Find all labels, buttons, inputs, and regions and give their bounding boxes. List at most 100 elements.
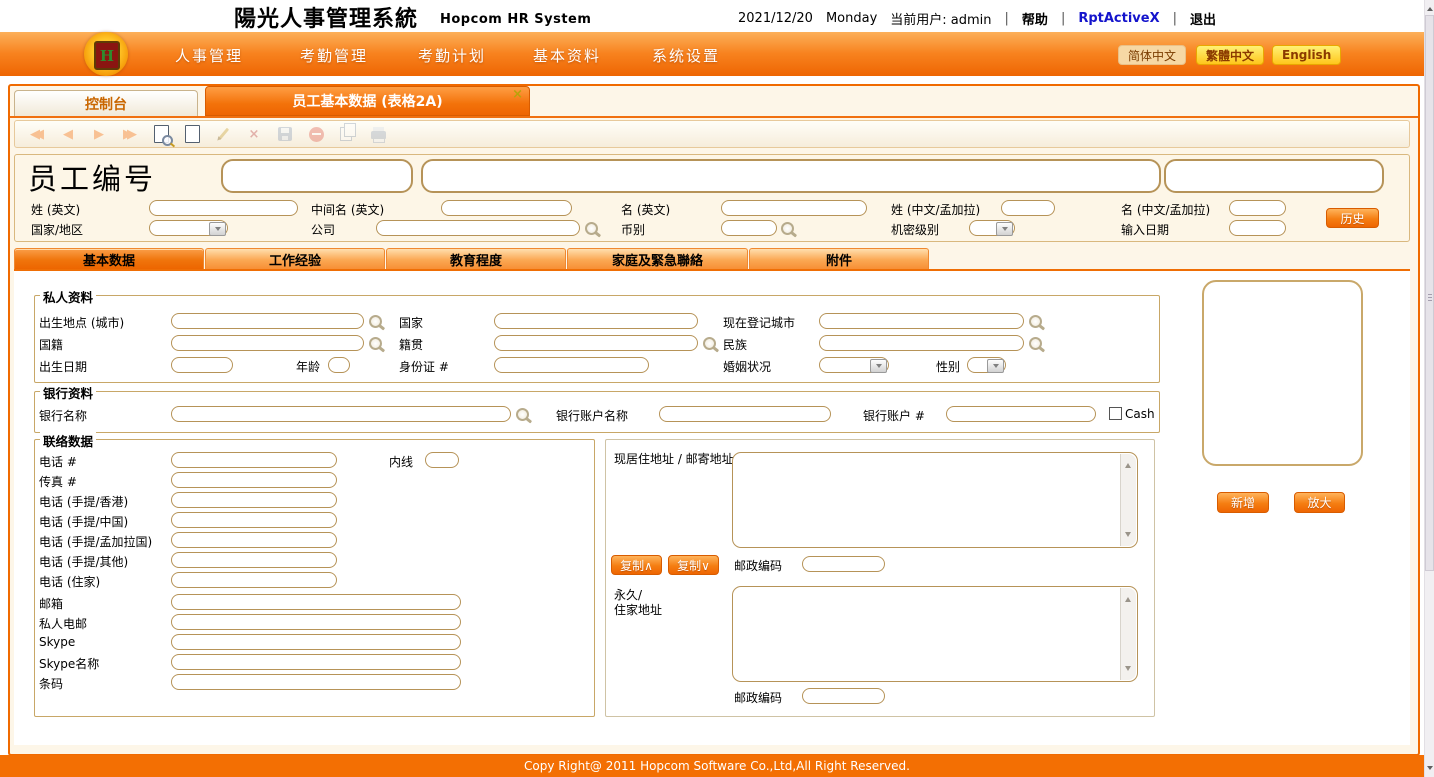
edit-icon[interactable] (211, 123, 235, 145)
delete-icon[interactable] (304, 123, 328, 145)
cash-checkbox[interactable] (1109, 407, 1122, 420)
postal-code2-input[interactable] (802, 688, 885, 704)
input-date-input[interactable] (1229, 220, 1286, 236)
gender-select[interactable] (967, 357, 1006, 373)
mobile-hk-input[interactable] (171, 492, 337, 508)
company-search-icon[interactable] (585, 222, 598, 235)
record-toolbar: ◀◀ ◀ ▶ ▶▶ × (14, 120, 1410, 148)
current-address-textarea[interactable] (732, 452, 1138, 548)
page-scrollbar[interactable] (1424, 0, 1434, 777)
nav-item-attendance[interactable]: 考勤管理 (300, 45, 368, 66)
phone-input[interactable] (171, 452, 337, 468)
age-input[interactable] (328, 357, 350, 373)
birth-place-search-icon[interactable] (369, 315, 382, 328)
native-place-input[interactable] (494, 335, 698, 351)
next-record-icon[interactable]: ▶ (87, 123, 111, 145)
first-record-icon[interactable]: ◀◀ (25, 123, 49, 145)
subtab-family-emergency[interactable]: 家庭及緊急聯絡 (567, 248, 748, 269)
lang-english-button[interactable]: English (1272, 45, 1341, 65)
textarea-scrollbar[interactable] (1120, 588, 1136, 680)
photo-zoom-button[interactable]: 放大 (1294, 492, 1345, 513)
copy-icon[interactable] (335, 123, 359, 145)
extension-input[interactable] (425, 452, 459, 468)
copy-up-button[interactable]: 复制∧ (611, 555, 662, 575)
company-input[interactable] (376, 220, 580, 236)
lang-traditional-button[interactable]: 繁體中文 (1196, 45, 1264, 65)
surname-en-label: 姓 (英文) (31, 201, 80, 218)
print-icon[interactable] (366, 123, 390, 145)
skype-name-input[interactable] (171, 654, 461, 670)
lang-simplified-button[interactable]: 简体中文 (1118, 45, 1186, 65)
subtab-attachments[interactable]: 附件 (749, 248, 929, 269)
tab-console[interactable]: 控制台 (14, 90, 198, 116)
nav-item-hr[interactable]: 人事管理 (175, 45, 243, 66)
fax-input[interactable] (171, 472, 337, 488)
new-record-icon[interactable] (180, 123, 204, 145)
permanent-address-textarea[interactable] (732, 586, 1138, 682)
save-icon[interactable] (273, 123, 297, 145)
surname-en-input[interactable] (149, 200, 298, 216)
close-icon[interactable]: × (512, 87, 523, 102)
given-name-cn-input[interactable] (1229, 200, 1286, 216)
preview-icon[interactable] (149, 123, 173, 145)
scrollbar-thumb[interactable] (1425, 15, 1434, 571)
copy-down-button[interactable]: 复制∨ (668, 555, 719, 575)
nav-item-system-settings[interactable]: 系统设置 (652, 45, 720, 66)
mobile-cn-input[interactable] (171, 512, 337, 528)
bank-account-name-input[interactable] (659, 406, 831, 422)
tab-employee-basic-data[interactable]: 员工基本数据 (表格2A) × (205, 86, 530, 116)
birth-place-input[interactable] (171, 313, 364, 329)
email-input[interactable] (171, 594, 461, 610)
rptactivex-link[interactable]: RptActiveX (1078, 11, 1159, 26)
given-name-en-input[interactable] (721, 200, 867, 216)
subtab-work-experience[interactable]: 工作经验 (205, 248, 385, 269)
marital-status-select[interactable] (819, 357, 889, 373)
scroll-down-icon[interactable] (1427, 766, 1433, 773)
bank-account-no-input[interactable] (946, 406, 1096, 422)
scroll-up-icon[interactable] (1427, 4, 1433, 11)
ethnicity-input[interactable] (819, 335, 1024, 351)
country-region-select[interactable] (149, 220, 228, 236)
birth-date-input[interactable] (171, 357, 233, 373)
middle-name-en-input[interactable] (441, 200, 572, 216)
last-record-icon[interactable]: ▶▶ (118, 123, 142, 145)
nav-item-basic-data[interactable]: 基本资料 (533, 45, 601, 66)
help-link[interactable]: 帮助 (1022, 9, 1048, 28)
textarea-scrollbar[interactable] (1120, 454, 1136, 546)
employee-id-input[interactable] (221, 159, 413, 193)
tab-divider (10, 116, 1418, 118)
skype-input[interactable] (171, 634, 461, 650)
previous-record-icon[interactable]: ◀ (56, 123, 80, 145)
bank-name-search-icon[interactable] (516, 408, 529, 421)
postal-code-input[interactable] (802, 556, 885, 572)
history-button[interactable]: 历史 (1326, 208, 1379, 228)
employee-name-display-input[interactable] (421, 159, 1161, 193)
photo-add-button[interactable]: 新增 (1217, 492, 1269, 513)
nav-item-attendance-plan[interactable]: 考勤计划 (418, 45, 486, 66)
subtab-basic-data[interactable]: 基本数据 (14, 248, 204, 269)
employee-name-cn-display-input[interactable] (1164, 159, 1384, 193)
subtab-education[interactable]: 教育程度 (386, 248, 566, 269)
country-input[interactable] (494, 313, 698, 329)
mobile-other-input[interactable] (171, 552, 337, 568)
currency-search-icon[interactable] (781, 222, 794, 235)
current-city-input[interactable] (819, 313, 1024, 329)
id-number-input[interactable] (494, 357, 649, 373)
surname-cn-input[interactable] (1001, 200, 1055, 216)
native-place-search-icon[interactable] (703, 337, 716, 350)
current-city-search-icon[interactable] (1029, 315, 1042, 328)
logout-link[interactable]: 退出 (1190, 9, 1216, 28)
private-email-input[interactable] (171, 614, 461, 630)
id-number-label: 身份证 # (399, 358, 449, 375)
currency-input[interactable] (721, 220, 777, 236)
bank-name-input[interactable] (171, 406, 511, 422)
security-level-select[interactable] (969, 220, 1015, 236)
nationality-input[interactable] (171, 335, 364, 351)
barcode-input[interactable] (171, 674, 461, 690)
mobile-bd-input[interactable] (171, 532, 337, 548)
phone-home-input[interactable] (171, 572, 337, 588)
ethnicity-search-icon[interactable] (1029, 337, 1042, 350)
cancel-icon[interactable]: × (242, 123, 266, 145)
extension-label: 内线 (389, 453, 413, 470)
nationality-search-icon[interactable] (369, 337, 382, 350)
